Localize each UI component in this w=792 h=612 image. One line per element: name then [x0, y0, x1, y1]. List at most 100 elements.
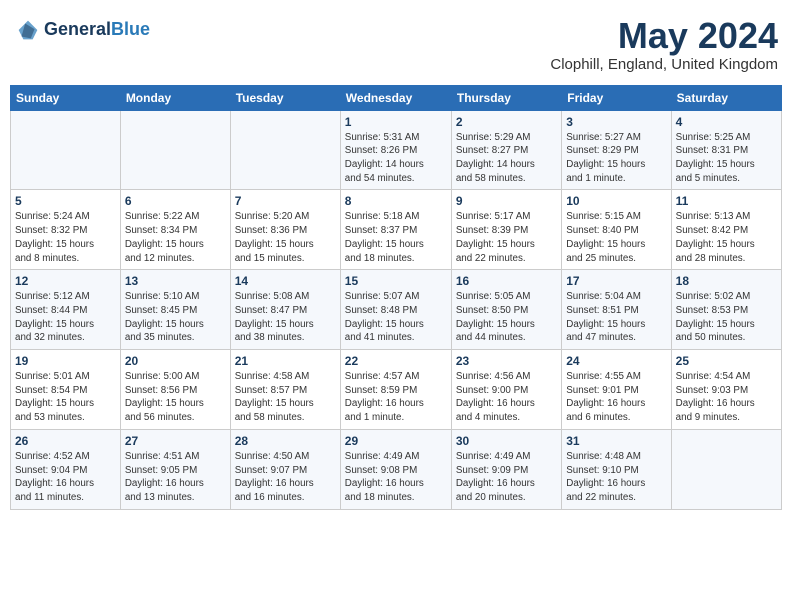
header: GeneralBlue May 2024 Clophill, England, … — [10, 10, 782, 79]
day-info: Sunrise: 4:56 AM Sunset: 9:00 PM Dayligh… — [456, 370, 557, 425]
weekday-header-thursday: Thursday — [451, 85, 561, 110]
day-number: 8 — [345, 194, 447, 208]
weekday-header-friday: Friday — [562, 85, 671, 110]
day-cell — [671, 429, 781, 509]
day-cell: 27 Sunrise: 4:51 AM Sunset: 9:05 PM Dayli… — [120, 429, 230, 509]
weekday-header-sunday: Sunday — [11, 85, 121, 110]
logo-icon — [14, 16, 42, 44]
day-cell: 10Sunrise: 5:15 AM Sunset: 8:40 PM Dayli… — [562, 190, 671, 270]
day-info: Sunrise: 4:54 AM Sunset: 9:03 PM Dayligh… — [676, 370, 777, 425]
day-number: 28 — [235, 434, 336, 448]
day-info: Sunrise: 4:50 AM Sunset: 9:07 PM Dayligh… — [235, 450, 336, 505]
day-number: 23 — [456, 354, 557, 368]
day-info: Sunrise: 5:25 AM Sunset: 8:31 PM Dayligh… — [676, 131, 777, 186]
day-cell: 15 Sunrise: 5:07 AM Sunset: 8:48 PM Dayli… — [340, 270, 451, 350]
day-info: Sunrise: 5:01 AM Sunset: 8:54 PM Dayligh… — [15, 370, 116, 425]
day-info: Sunrise: 4:52 AM Sunset: 9:04 PM Dayligh… — [15, 450, 116, 505]
day-cell — [11, 110, 121, 190]
day-number: 12 — [15, 274, 116, 288]
day-cell: 22 Sunrise: 4:57 AM Sunset: 8:59 PM Dayli… — [340, 350, 451, 430]
day-number: 26 — [15, 434, 116, 448]
day-cell: 14 Sunrise: 5:08 AM Sunset: 8:47 PM Dayli… — [230, 270, 340, 350]
day-info: Sunrise: 5:31 AM Sunset: 8:26 PM Dayligh… — [345, 131, 447, 186]
day-number: 22 — [345, 354, 447, 368]
day-number: 29 — [345, 434, 447, 448]
weekday-header-saturday: Saturday — [671, 85, 781, 110]
day-info: Sunrise: 5:07 AM Sunset: 8:48 PM Dayligh… — [345, 290, 447, 345]
day-info: Sunrise: 5:17 AM Sunset: 8:39 PM Dayligh… — [456, 210, 557, 265]
day-info: Sunrise: 5:18 AM Sunset: 8:37 PM Dayligh… — [345, 210, 447, 265]
day-number: 13 — [125, 274, 226, 288]
day-cell: 7 Sunrise: 5:20 AM Sunset: 8:36 PM Daylig… — [230, 190, 340, 270]
day-number: 20 — [125, 354, 226, 368]
day-cell: 24 Sunrise: 4:55 AM Sunset: 9:01 PM Dayli… — [562, 350, 671, 430]
day-number: 3 — [566, 115, 666, 129]
day-number: 15 — [345, 274, 447, 288]
day-info: Sunrise: 5:08 AM Sunset: 8:47 PM Dayligh… — [235, 290, 336, 345]
day-cell: 19Sunrise: 5:01 AM Sunset: 8:54 PM Dayli… — [11, 350, 121, 430]
day-cell: 23 Sunrise: 4:56 AM Sunset: 9:00 PM Dayli… — [451, 350, 561, 430]
logo: GeneralBlue — [14, 16, 150, 44]
day-number: 27 — [125, 434, 226, 448]
day-number: 18 — [676, 274, 777, 288]
logo-line1: General — [44, 19, 111, 39]
day-cell: 9Sunrise: 5:17 AM Sunset: 8:39 PM Daylig… — [451, 190, 561, 270]
day-number: 24 — [566, 354, 666, 368]
week-row-5: 26 Sunrise: 4:52 AM Sunset: 9:04 PM Dayli… — [11, 429, 782, 509]
day-info: Sunrise: 5:27 AM Sunset: 8:29 PM Dayligh… — [566, 131, 666, 186]
day-number: 14 — [235, 274, 336, 288]
day-info: Sunrise: 5:24 AM Sunset: 8:32 PM Dayligh… — [15, 210, 116, 265]
day-info: Sunrise: 5:04 AM Sunset: 8:51 PM Dayligh… — [566, 290, 666, 345]
day-cell: 25Sunrise: 4:54 AM Sunset: 9:03 PM Dayli… — [671, 350, 781, 430]
day-cell: 5 Sunrise: 5:24 AM Sunset: 8:32 PM Daylig… — [11, 190, 121, 270]
calendar-container: GeneralBlue May 2024 Clophill, England, … — [10, 10, 782, 510]
day-cell: 13 Sunrise: 5:10 AM Sunset: 8:45 PM Dayli… — [120, 270, 230, 350]
day-cell — [120, 110, 230, 190]
weekday-header-tuesday: Tuesday — [230, 85, 340, 110]
week-row-3: 12Sunrise: 5:12 AM Sunset: 8:44 PM Dayli… — [11, 270, 782, 350]
day-cell — [230, 110, 340, 190]
day-info: Sunrise: 4:51 AM Sunset: 9:05 PM Dayligh… — [125, 450, 226, 505]
day-cell: 17 Sunrise: 5:04 AM Sunset: 8:51 PM Dayli… — [562, 270, 671, 350]
day-number: 11 — [676, 194, 777, 208]
day-cell: 29 Sunrise: 4:49 AM Sunset: 9:08 PM Dayli… — [340, 429, 451, 509]
day-info: Sunrise: 5:29 AM Sunset: 8:27 PM Dayligh… — [456, 131, 557, 186]
day-number: 2 — [456, 115, 557, 129]
day-cell: 30Sunrise: 4:49 AM Sunset: 9:09 PM Dayli… — [451, 429, 561, 509]
day-info: Sunrise: 5:13 AM Sunset: 8:42 PM Dayligh… — [676, 210, 777, 265]
week-row-4: 19Sunrise: 5:01 AM Sunset: 8:54 PM Dayli… — [11, 350, 782, 430]
day-cell: 31Sunrise: 4:48 AM Sunset: 9:10 PM Dayli… — [562, 429, 671, 509]
weekday-header-monday: Monday — [120, 85, 230, 110]
day-info: Sunrise: 5:15 AM Sunset: 8:40 PM Dayligh… — [566, 210, 666, 265]
day-number: 30 — [456, 434, 557, 448]
day-cell: 21Sunrise: 4:58 AM Sunset: 8:57 PM Dayli… — [230, 350, 340, 430]
day-info: Sunrise: 5:22 AM Sunset: 8:34 PM Dayligh… — [125, 210, 226, 265]
day-cell: 18Sunrise: 5:02 AM Sunset: 8:53 PM Dayli… — [671, 270, 781, 350]
day-info: Sunrise: 4:57 AM Sunset: 8:59 PM Dayligh… — [345, 370, 447, 425]
day-cell: 8 Sunrise: 5:18 AM Sunset: 8:37 PM Daylig… — [340, 190, 451, 270]
day-info: Sunrise: 5:20 AM Sunset: 8:36 PM Dayligh… — [235, 210, 336, 265]
day-number: 4 — [676, 115, 777, 129]
day-cell: 26 Sunrise: 4:52 AM Sunset: 9:04 PM Dayli… — [11, 429, 121, 509]
calendar-table: SundayMondayTuesdayWednesdayThursdayFrid… — [10, 85, 782, 510]
day-cell: 3 Sunrise: 5:27 AM Sunset: 8:29 PM Daylig… — [562, 110, 671, 190]
day-info: Sunrise: 5:05 AM Sunset: 8:50 PM Dayligh… — [456, 290, 557, 345]
day-number: 17 — [566, 274, 666, 288]
day-info: Sunrise: 4:48 AM Sunset: 9:10 PM Dayligh… — [566, 450, 666, 505]
day-cell: 28 Sunrise: 4:50 AM Sunset: 9:07 PM Dayli… — [230, 429, 340, 509]
day-number: 1 — [345, 115, 447, 129]
location: Clophill, England, United Kingdom — [550, 56, 778, 73]
day-info: Sunrise: 4:55 AM Sunset: 9:01 PM Dayligh… — [566, 370, 666, 425]
day-info: Sunrise: 5:10 AM Sunset: 8:45 PM Dayligh… — [125, 290, 226, 345]
week-row-1: 1 Sunrise: 5:31 AM Sunset: 8:26 PM Daylig… — [11, 110, 782, 190]
day-number: 6 — [125, 194, 226, 208]
day-cell: 4 Sunrise: 5:25 AM Sunset: 8:31 PM Daylig… — [671, 110, 781, 190]
weekday-header-row: SundayMondayTuesdayWednesdayThursdayFrid… — [11, 85, 782, 110]
day-info: Sunrise: 4:49 AM Sunset: 9:08 PM Dayligh… — [345, 450, 447, 505]
week-row-2: 5 Sunrise: 5:24 AM Sunset: 8:32 PM Daylig… — [11, 190, 782, 270]
day-number: 16 — [456, 274, 557, 288]
day-number: 5 — [15, 194, 116, 208]
day-number: 7 — [235, 194, 336, 208]
day-cell: 1 Sunrise: 5:31 AM Sunset: 8:26 PM Daylig… — [340, 110, 451, 190]
day-number: 21 — [235, 354, 336, 368]
